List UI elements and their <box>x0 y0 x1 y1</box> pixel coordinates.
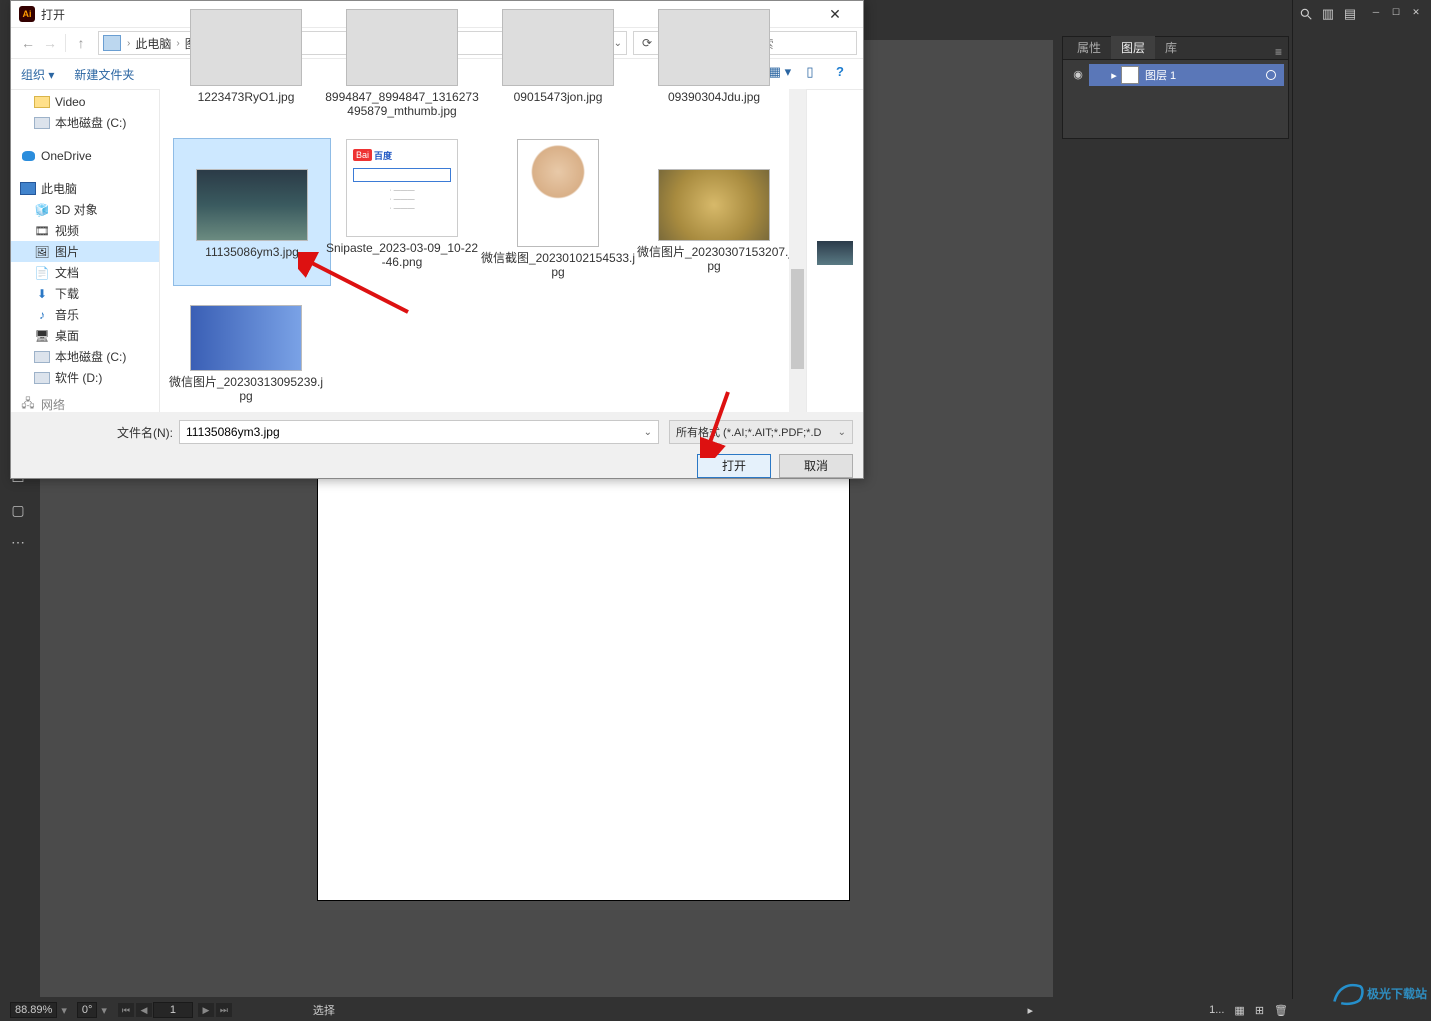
visibility-toggle-icon[interactable]: ◉ <box>1067 64 1089 86</box>
tree-item-network[interactable]: 🖧网络 <box>11 394 159 412</box>
organize-menu[interactable]: 组织 ▾ <box>21 66 54 83</box>
tree-item-3dobjects[interactable]: 🧊3D 对象 <box>11 199 159 220</box>
nav-forward-button[interactable]: → <box>39 32 61 54</box>
file-item-caption: 微信图片_20230313095239.jpg <box>168 375 324 403</box>
file-item[interactable]: 微信图片_20230313095239.jpg <box>168 305 324 403</box>
minimize-button[interactable]: ─ <box>1367 7 1385 21</box>
tab-properties[interactable]: 属性 <box>1067 36 1111 59</box>
ai-right-panel-column: ▥ ▤ ─ ☐ ✕ <box>1292 0 1431 1021</box>
file-item-caption: 微信截图_20230102154533.jpg <box>480 251 636 279</box>
nav-back-button[interactable]: ← <box>17 32 39 54</box>
tree-item-thispc[interactable]: 此电脑 <box>11 178 159 199</box>
status-icon-1[interactable]: ▦ <box>1234 1004 1244 1017</box>
dialog-footer: 文件名(N): 11135086ym3.jpg ⌄ 所有格式 (*.AI;*.A… <box>11 412 863 478</box>
artboard-first-button[interactable]: ⏮ <box>118 1003 134 1017</box>
nav-up-button[interactable]: ↑ <box>70 32 92 54</box>
tree-item-music[interactable]: ♪音乐 <box>11 304 159 325</box>
file-item-selected[interactable]: 11135086ym3.jpg <box>174 139 330 285</box>
artboard-next-button[interactable]: ▶ <box>198 1003 214 1017</box>
file-item-caption: 09390304Jdu.jpg <box>636 90 792 104</box>
zoom-dropdown[interactable]: 88.89% <box>10 1002 57 1018</box>
layer-row[interactable]: ◉ ▸ 图层 1 <box>1067 64 1284 86</box>
open-button[interactable]: 打开 <box>697 454 771 478</box>
filetype-dropdown[interactable]: 所有格式 (*.AI;*.AIT;*.PDF;*.D ⌄ <box>669 420 853 444</box>
maximize-button[interactable]: ☐ <box>1387 7 1405 21</box>
close-button[interactable]: ✕ <box>1407 7 1425 21</box>
file-item[interactable]: 微信图片_20230307153207.jpg <box>636 139 792 273</box>
file-item-caption: 09015473jon.jpg <box>480 90 636 104</box>
cancel-button[interactable]: 取消 <box>779 454 853 478</box>
rotate-dropdown[interactable]: 0° <box>77 1002 98 1018</box>
file-item-caption: 1223473RyO1.jpg <box>168 90 324 104</box>
layers-panel: 属性 图层 库 ≡ ◉ ▸ 图层 1 <box>1062 36 1289 139</box>
filename-input[interactable]: 11135086ym3.jpg ⌄ <box>179 420 659 444</box>
file-item-caption: 微信图片_20230307153207.jpg <box>636 245 792 273</box>
tree-item-documents[interactable]: 📄文档 <box>11 262 159 283</box>
status-icon-3[interactable]: 🗑 <box>1274 1004 1288 1017</box>
ai-left-toolstrip: ▭ ▢ ⋯ <box>0 464 36 1001</box>
dialog-close-button[interactable]: ✕ <box>815 1 855 27</box>
workspace-icon[interactable]: ▤ <box>1341 5 1359 23</box>
file-item-caption: 8994847_8994847_1316273495879_mthumb.jpg <box>324 90 480 118</box>
tool-icon-2[interactable]: ▢ <box>8 502 28 522</box>
artboard-index-input[interactable]: 1 <box>153 1002 193 1018</box>
layer-name-label: 图层 1 <box>1145 67 1176 83</box>
status-icon-2[interactable]: ⊞ <box>1255 1004 1264 1017</box>
file-list-area[interactable]: 1223473RyO1.jpg 8994847_8994847_13162734… <box>160 89 806 412</box>
tool-icon-more[interactable]: ⋯ <box>8 534 28 554</box>
artboard-prev-button[interactable]: ◀ <box>136 1003 152 1017</box>
file-item[interactable]: 微信截图_20230102154533.jpg <box>480 139 636 279</box>
panel-menu-icon[interactable]: ≡ <box>1275 45 1288 59</box>
tab-libraries[interactable]: 库 <box>1155 36 1187 59</box>
preview-thumbnail <box>817 241 853 265</box>
help-button[interactable]: ? <box>827 64 853 84</box>
tab-layers[interactable]: 图层 <box>1111 36 1155 59</box>
file-open-dialog: Ai 打开 ✕ ← → ↑ › 此电脑 › 图片 › ⌄ ⟳ 🔍 在 图片 中搜… <box>10 0 864 479</box>
layer-thumb <box>1121 66 1139 84</box>
right-zoom-label: 1... <box>1209 1004 1224 1016</box>
file-item-caption: Snipaste_2023-03-09_10-22-46.png <box>324 241 480 269</box>
status-mode-label: 选择 <box>313 1002 335 1018</box>
file-list-scrollbar[interactable] <box>789 89 806 412</box>
tree-item-onedrive[interactable]: OneDrive <box>11 145 159 166</box>
preview-pane <box>806 89 863 412</box>
location-tree[interactable]: Video 本地磁盘 (C:) OneDrive 此电脑 🧊3D 对象 🎞视频 … <box>11 89 160 412</box>
location-icon <box>103 35 121 51</box>
tree-item-video[interactable]: Video <box>11 91 159 112</box>
tree-item-software-d[interactable]: 软件 (D:) <box>11 367 159 388</box>
tree-item-downloads[interactable]: ⬇下载 <box>11 283 159 304</box>
filename-label: 文件名(N): <box>117 424 173 441</box>
watermark: 极光下载站 <box>1331 979 1427 1007</box>
tree-item-pictures[interactable]: 🖼图片 <box>11 241 159 262</box>
breadcrumb-segment-1[interactable]: 此电脑 <box>135 35 171 52</box>
arrange-docs-icon[interactable]: ▥ <box>1319 5 1337 23</box>
filename-dropdown-icon[interactable]: ⌄ <box>644 427 652 438</box>
file-item[interactable]: Bai百度 · ———· ———· ——— Snipaste_2023-03-0… <box>324 139 480 269</box>
tree-item-videos[interactable]: 🎞视频 <box>11 220 159 241</box>
tree-item-localdisk-c[interactable]: 本地磁盘 (C:) <box>11 112 159 133</box>
target-indicator-icon[interactable] <box>1266 70 1276 80</box>
file-item-caption: 11135086ym3.jpg <box>174 245 330 259</box>
tree-item-localdisk-c2[interactable]: 本地磁盘 (C:) <box>11 346 159 367</box>
search-icon[interactable] <box>1297 5 1315 23</box>
preview-pane-button[interactable]: ▯ <box>797 64 823 84</box>
dialog-title-label: 打开 <box>41 6 65 23</box>
expand-caret-icon[interactable]: ▸ <box>1107 69 1121 82</box>
newfolder-button[interactable]: 新建文件夹 <box>74 66 134 83</box>
artboard-last-button[interactable]: ⏭ <box>216 1003 232 1017</box>
tree-item-desktop[interactable]: 🖥桌面 <box>11 325 159 346</box>
ai-app-icon: Ai <box>19 6 35 22</box>
